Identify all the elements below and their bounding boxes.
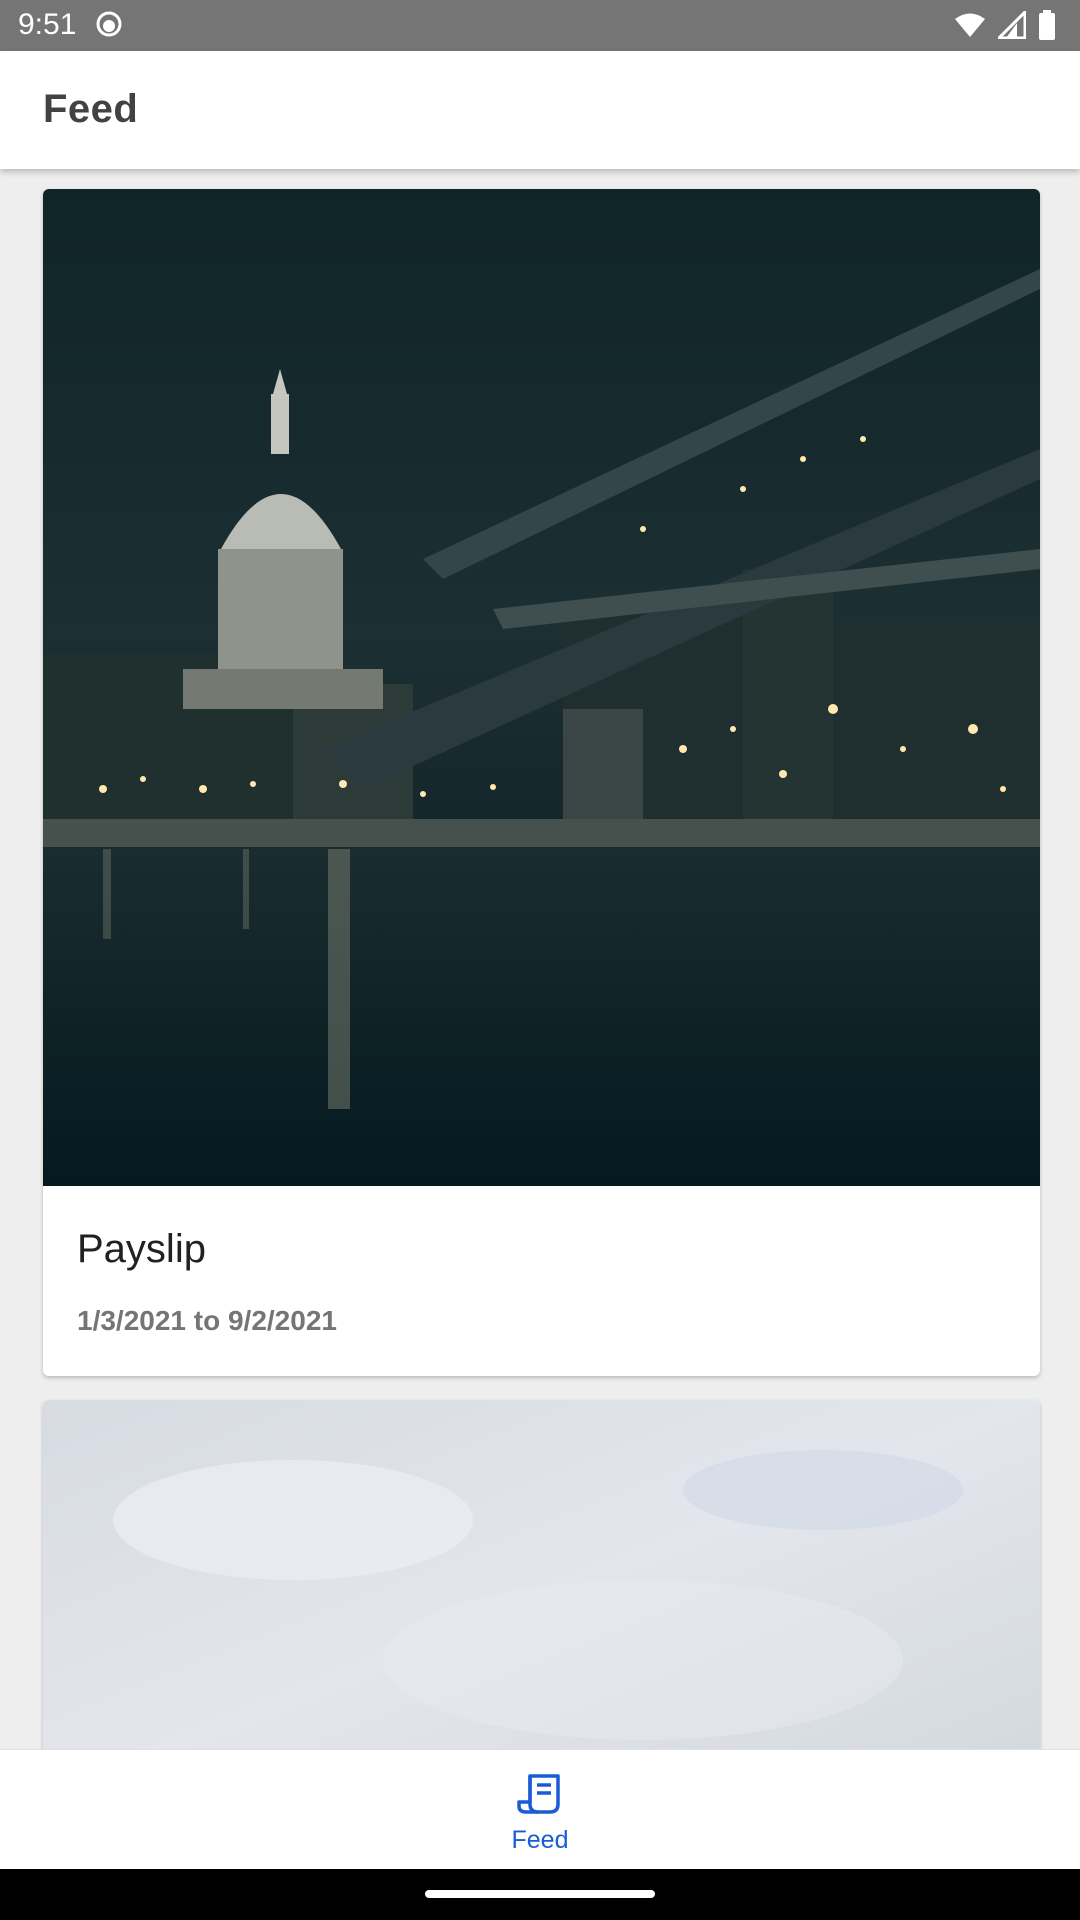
wifi-icon (955, 13, 985, 37)
card-date-range: 1/3/2021 to 9/2/2021 (77, 1305, 337, 1336)
night-city-bridge-photo (43, 189, 1040, 1186)
status-icons (954, 10, 1056, 40)
cellular-signal-icon (998, 11, 1026, 39)
feed-receipt-icon (517, 1774, 560, 1814)
cloudy-sky-photo (43, 1400, 1040, 1749)
notification-app-icon (96, 11, 122, 37)
card-title: Payslip (77, 1227, 206, 1271)
nav-label-feed: Feed (511, 1826, 569, 1854)
home-gesture-handle[interactable] (425, 1890, 655, 1898)
feed-card-payslip[interactable]: Payslip 1/3/2021 to 9/2/2021 (43, 189, 1040, 1376)
battery-icon (1039, 10, 1055, 40)
app-bar: Feed (0, 51, 1080, 169)
feed-card-second[interactable] (43, 1400, 1040, 1749)
status-time: 9:51 (18, 8, 77, 41)
bottom-navigation: Feed (0, 1749, 1080, 1869)
status-bar: 9:51 (0, 0, 1080, 51)
page-title: Feed (43, 87, 139, 131)
nav-item-feed[interactable]: Feed (490, 1750, 590, 1869)
feed-list[interactable]: Payslip 1/3/2021 to 9/2/2021 (0, 169, 1080, 1749)
system-navigation-bar (0, 1868, 1080, 1920)
